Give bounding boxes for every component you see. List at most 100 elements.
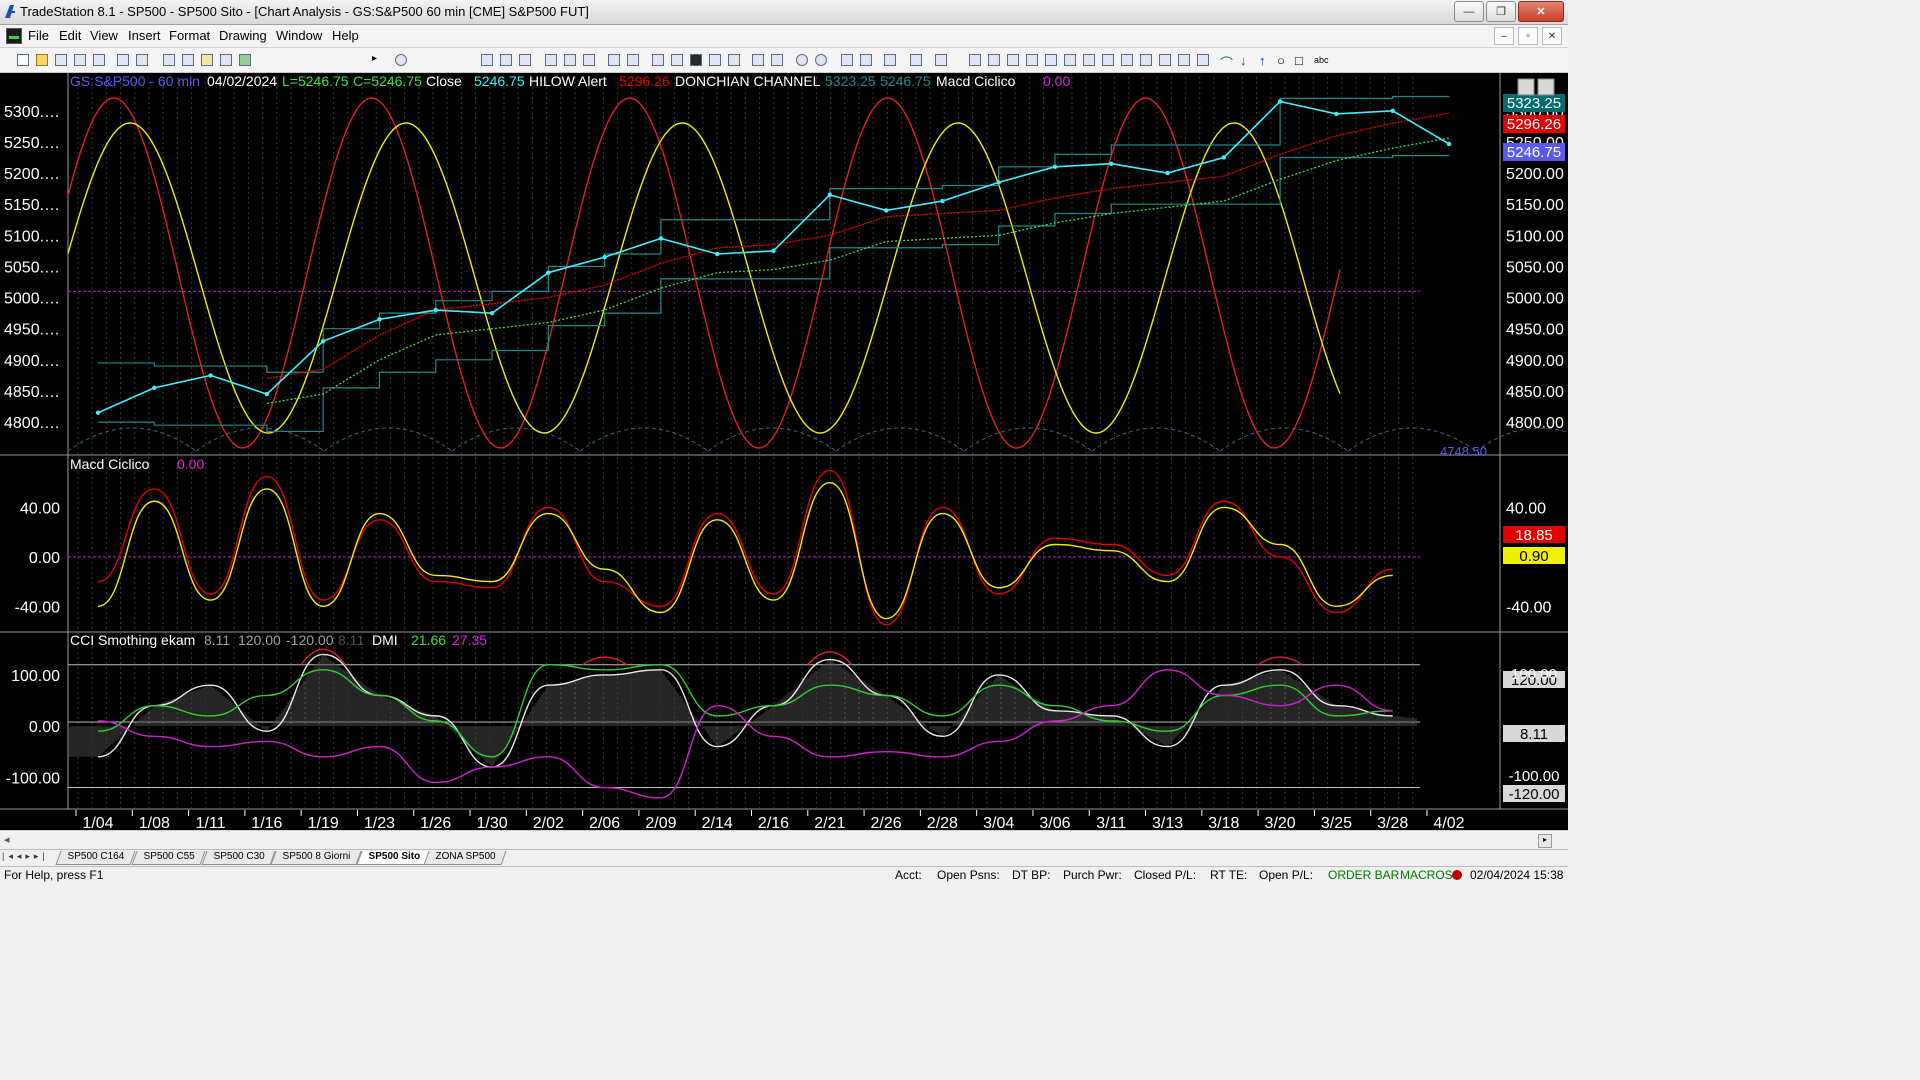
order-entry-icon[interactable]	[909, 53, 923, 67]
new-file-icon[interactable]	[16, 53, 30, 67]
status-order-bar-link[interactable]: ORDER BAR	[1328, 868, 1399, 882]
window-title-bar[interactable]: TradeStation 8.1 - SP500 - SP500 Sito - …	[0, 0, 1568, 25]
print-preview-icon[interactable]	[116, 53, 130, 67]
tradestation-app-icon	[5, 5, 15, 18]
insert-indicator-icon[interactable]	[651, 53, 665, 67]
menu-file[interactable]: File	[28, 28, 49, 43]
speed-lines-icon[interactable]	[1063, 53, 1077, 67]
text-tool-icon[interactable]: abc	[1314, 55, 1329, 69]
move-left-icon[interactable]	[751, 53, 765, 67]
menu-view[interactable]: View	[90, 28, 118, 43]
restore-button[interactable]: ❐	[1486, 1, 1516, 22]
chart-scrollbar[interactable]: ◂ ▸	[0, 830, 1568, 849]
close-button[interactable]: ✕	[1518, 1, 1564, 22]
price-point	[1221, 155, 1227, 160]
horizontal-line-icon[interactable]	[1006, 53, 1020, 67]
open-workspace-icon[interactable]	[54, 53, 68, 67]
tab-zona-sp500[interactable]: ZONA SP500	[423, 851, 507, 865]
scanner-icon[interactable]	[544, 53, 558, 67]
scroll-left-icon[interactable]: ◂	[4, 833, 10, 846]
status-rt-te: RT TE:	[1210, 868, 1248, 882]
save-all-icon[interactable]	[73, 53, 87, 67]
parallel-lines-icon[interactable]	[1158, 53, 1172, 67]
mdi-restore-button[interactable]: ▫	[1518, 27, 1538, 45]
open-folder-icon[interactable]	[35, 53, 49, 67]
gann-fan-icon[interactable]	[1082, 53, 1096, 67]
status-purch-pwr: Purch Pwr:	[1063, 868, 1122, 882]
chart-window-icon[interactable]	[6, 28, 22, 44]
print-icon[interactable]	[135, 53, 149, 67]
fibonacci-icon[interactable]	[1025, 53, 1039, 67]
status-macros-link[interactable]: MACROS	[1400, 868, 1453, 882]
channel-icon[interactable]	[1044, 53, 1058, 67]
scroll-right-icon[interactable]: ▸	[1538, 834, 1552, 848]
tab-sp500-sito[interactable]: SP500 Sito	[356, 851, 432, 865]
mdi-minimize-button[interactable]: –	[1494, 27, 1514, 45]
price-axis-tick-left: 5000.…	[4, 291, 60, 308]
chart-canvas[interactable]: 5300.005300.…5250.005250.…5200.005200.…5…	[0, 73, 1605, 832]
matrix-icon[interactable]	[518, 53, 532, 67]
symbol-lookup-icon[interactable]	[394, 53, 408, 67]
date-axis-label: 1/04	[82, 815, 113, 830]
cci-value: 8.11	[204, 632, 230, 648]
zoom-out-icon[interactable]	[814, 53, 828, 67]
format-window-icon[interactable]	[162, 53, 176, 67]
dmi-minus-value: 27.35	[452, 632, 487, 648]
price-point	[95, 410, 101, 415]
vertical-line-icon[interactable]	[987, 53, 1001, 67]
play-arrow-icon[interactable]: ▸	[372, 53, 386, 67]
lock-icon[interactable]	[200, 53, 214, 67]
andrews-pitchfork-icon[interactable]	[1101, 53, 1115, 67]
bar-spacing-icon[interactable]	[727, 53, 741, 67]
arrow-down-icon[interactable]: ↓	[1240, 53, 1254, 68]
menu-window[interactable]: Window	[276, 28, 322, 43]
data-window-icon[interactable]	[708, 53, 722, 67]
optionstation-icon[interactable]	[563, 53, 577, 67]
insert-analysis-icon[interactable]	[626, 53, 640, 67]
menu-help[interactable]: Help	[332, 28, 359, 43]
chart-analysis-icon[interactable]	[480, 53, 494, 67]
price-axis-tick-left: 5050.…	[4, 259, 60, 276]
pencil-icon[interactable]	[1196, 53, 1210, 67]
chart-header-item: 04/02/2024	[207, 73, 277, 89]
menu-drawing[interactable]: Drawing	[219, 28, 267, 43]
move-right-icon[interactable]	[770, 53, 784, 67]
cycle-arc	[963, 427, 1093, 452]
format-chart-icon[interactable]	[181, 53, 195, 67]
tab-nav-arrows-icon[interactable]: |◂◂▸▸|	[2, 851, 49, 862]
time-zone-icon[interactable]	[1139, 53, 1153, 67]
tools-icon[interactable]	[883, 53, 897, 67]
insert-strategy-icon[interactable]	[670, 53, 684, 67]
menu-format[interactable]: Format	[169, 28, 210, 43]
regression-icon[interactable]	[1120, 53, 1134, 67]
portfolio-icon[interactable]	[582, 53, 596, 67]
tab-sp500-8-giorni[interactable]: SP500 8 Giorni	[270, 851, 362, 865]
menu-insert[interactable]: Insert	[128, 28, 161, 43]
arrow-up-icon[interactable]: ↑	[1259, 53, 1273, 68]
price-axis-tick-right: 5000.00	[1506, 291, 1564, 308]
arc-icon[interactable]	[1177, 53, 1191, 67]
minimize-button[interactable]: —	[1454, 1, 1484, 22]
rectangle-icon[interactable]: □	[1295, 53, 1309, 68]
radarscreen-icon[interactable]	[499, 53, 513, 67]
menu-edit[interactable]: Edit	[59, 28, 81, 43]
pointer-icon[interactable]	[840, 53, 854, 67]
trendline-icon[interactable]	[968, 53, 982, 67]
strategy-icon[interactable]	[238, 53, 252, 67]
zoom-in-icon[interactable]	[795, 53, 809, 67]
ellipse-icon[interactable]: ○	[1277, 53, 1291, 68]
alert-icon[interactable]	[934, 53, 948, 67]
tab-sp500-c30[interactable]: SP500 C30	[201, 851, 276, 865]
mdi-close-button[interactable]: ✕	[1542, 27, 1562, 45]
insert-window-icon[interactable]	[607, 53, 621, 67]
macd-axis-tick-left: 0.00	[29, 550, 60, 567]
save-icon[interactable]	[92, 53, 106, 67]
bar-chart-icon[interactable]	[689, 53, 703, 67]
arc-tool-icon[interactable]: ⌒	[1220, 53, 1234, 71]
tab-sp500-c55[interactable]: SP500 C55	[131, 851, 206, 865]
chart-header-item: 5246.75	[474, 73, 525, 89]
chart-window[interactable]: 5300.005300.…5250.005250.…5200.005200.…5…	[0, 73, 1605, 832]
drawing-object-icon[interactable]	[219, 53, 233, 67]
tab-sp500-c164[interactable]: SP500 C164	[55, 851, 136, 865]
crosshair-icon[interactable]	[859, 53, 873, 67]
